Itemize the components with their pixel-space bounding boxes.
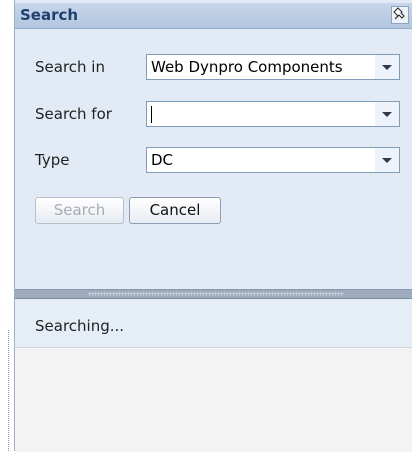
text-caret bbox=[151, 106, 152, 123]
type-label: Type bbox=[35, 151, 70, 169]
search-for-combobox[interactable] bbox=[146, 101, 400, 127]
chevron-down-icon[interactable] bbox=[375, 55, 399, 79]
pin-icon[interactable] bbox=[391, 6, 409, 24]
chevron-down-icon[interactable] bbox=[375, 148, 399, 172]
panel-title: Search bbox=[20, 6, 79, 24]
panel-titlebar: Search bbox=[15, 3, 412, 29]
type-row: Type DC bbox=[15, 147, 412, 175]
cancel-button[interactable]: Cancel bbox=[129, 197, 221, 224]
search-in-dropdown[interactable]: Web Dynpro Components bbox=[146, 54, 400, 80]
left-edge bbox=[0, 0, 14, 451]
type-dropdown[interactable]: DC bbox=[146, 147, 400, 173]
chevron-down-icon[interactable] bbox=[375, 102, 399, 126]
splitter-handle[interactable] bbox=[15, 289, 412, 299]
search-in-label: Search in bbox=[35, 58, 105, 76]
grip-dots bbox=[88, 292, 344, 296]
search-button[interactable]: Search bbox=[35, 197, 124, 224]
search-for-label: Search for bbox=[35, 105, 112, 123]
pin-glyph bbox=[393, 7, 405, 20]
search-in-row: Search in Web Dynpro Components bbox=[15, 54, 412, 82]
results-area bbox=[15, 347, 412, 452]
status-area: Searching... bbox=[15, 299, 412, 347]
search-for-row: Search for bbox=[15, 101, 412, 129]
type-value: DC bbox=[151, 151, 174, 169]
search-in-value: Web Dynpro Components bbox=[151, 58, 343, 76]
search-panel: Search Search in Web Dynpro Components S… bbox=[14, 0, 412, 452]
dotted-guide bbox=[8, 330, 10, 451]
status-text: Searching... bbox=[35, 317, 125, 335]
